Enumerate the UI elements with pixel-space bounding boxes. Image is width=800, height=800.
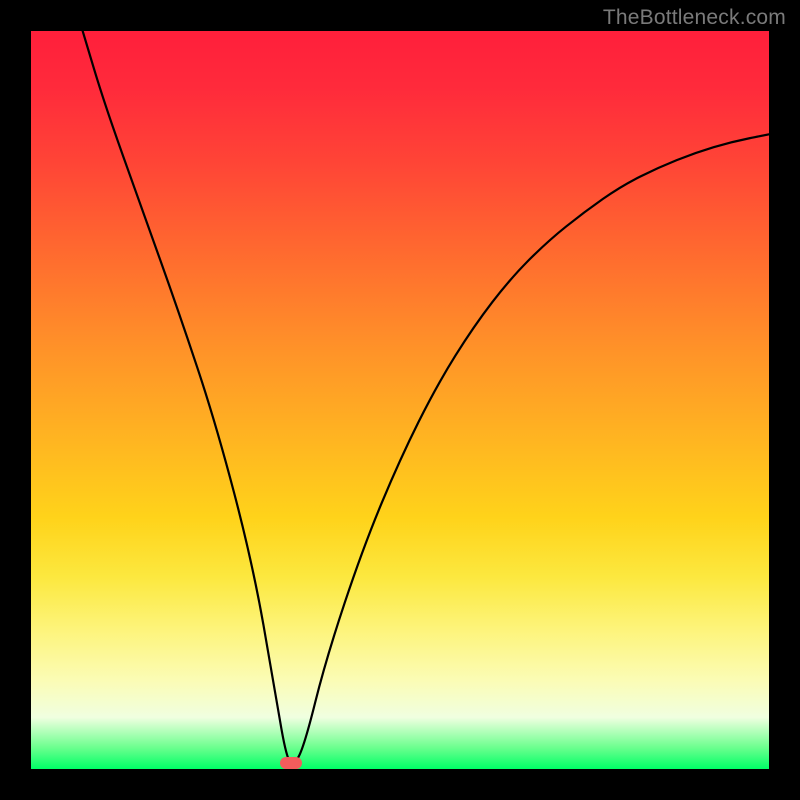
chart-minimum-marker: [280, 757, 302, 769]
watermark-text: TheBottleneck.com: [603, 6, 786, 30]
chart-curve-svg: [31, 31, 769, 769]
chart-plot-area: [31, 31, 769, 769]
chart-curve-path: [83, 31, 769, 763]
